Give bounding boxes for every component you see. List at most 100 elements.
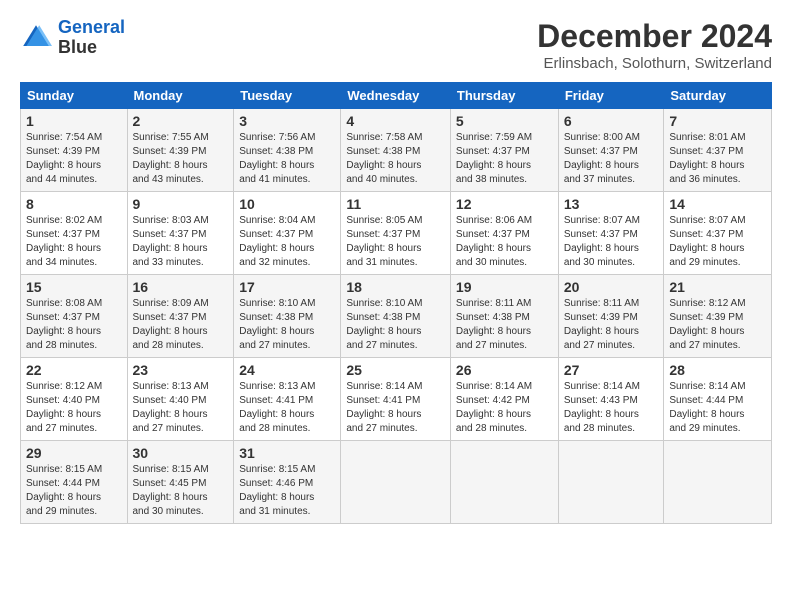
day-number: 19 [456,279,553,295]
day-info: Sunrise: 8:09 AMSunset: 4:37 PMDaylight:… [133,297,229,353]
day-number: 31 [239,445,335,461]
calendar-cell: 27 Sunrise: 8:14 AMSunset: 4:43 PMDayligh… [558,358,664,441]
logo-icon [20,22,52,54]
day-info: Sunrise: 8:10 AMSunset: 4:38 PMDaylight:… [346,297,445,353]
day-info: Sunrise: 8:13 AMSunset: 4:41 PMDaylight:… [239,380,335,436]
day-info: Sunrise: 8:07 AMSunset: 4:37 PMDaylight:… [669,214,766,270]
header: General Blue December 2024 Erlinsbach, S… [20,18,772,72]
day-info: Sunrise: 8:10 AMSunset: 4:38 PMDaylight:… [239,297,335,353]
day-number: 27 [564,362,659,378]
day-info: Sunrise: 8:08 AMSunset: 4:37 PMDaylight:… [26,297,122,353]
title-section: December 2024 Erlinsbach, Solothurn, Swi… [537,18,772,72]
calendar-cell: 11Sunrise: 8:05 AMSunset: 4:37 PMDayligh… [341,192,451,275]
calendar-cell: 24 Sunrise: 8:13 AMSunset: 4:41 PMDayligh… [234,358,341,441]
day-number: 8 [26,196,122,212]
day-info: Sunrise: 7:56 AMSunset: 4:38 PMDaylight:… [239,131,335,187]
calendar-cell: 9 Sunrise: 8:03 AMSunset: 4:37 PMDaylight… [127,192,234,275]
calendar-cell: 20 Sunrise: 8:11 AMSunset: 4:39 PMDayligh… [558,275,664,358]
day-number: 6 [564,113,659,129]
calendar-cell: 29 Sunrise: 8:15 AMSunset: 4:44 PMDayligh… [21,441,128,524]
calendar-cell: 7 Sunrise: 8:01 AMSunset: 4:37 PMDaylight… [664,109,772,192]
day-info: Sunrise: 8:11 AMSunset: 4:38 PMDaylight:… [456,297,553,353]
day-info: Sunrise: 8:07 AMSunset: 4:37 PMDaylight:… [564,214,659,270]
calendar-cell: 13Sunrise: 8:07 AMSunset: 4:37 PMDayligh… [558,192,664,275]
calendar-week-row: 15Sunrise: 8:08 AMSunset: 4:37 PMDayligh… [21,275,772,358]
day-info: Sunrise: 8:01 AMSunset: 4:37 PMDaylight:… [669,131,766,187]
calendar-header-row: SundayMondayTuesdayWednesdayThursdayFrid… [21,83,772,109]
calendar-cell: 14 Sunrise: 8:07 AMSunset: 4:37 PMDayligh… [664,192,772,275]
main-title: December 2024 [537,18,772,55]
calendar-cell: 22 Sunrise: 8:12 AMSunset: 4:40 PMDayligh… [21,358,128,441]
calendar-cell: 3 Sunrise: 7:56 AMSunset: 4:38 PMDaylight… [234,109,341,192]
day-number: 12 [456,196,553,212]
day-number: 14 [669,196,766,212]
calendar-cell [450,441,558,524]
subtitle: Erlinsbach, Solothurn, Switzerland [537,55,772,72]
day-info: Sunrise: 7:54 AMSunset: 4:39 PMDaylight:… [26,131,122,187]
day-number: 10 [239,196,335,212]
day-info: Sunrise: 8:00 AMSunset: 4:37 PMDaylight:… [564,131,659,187]
day-number: 21 [669,279,766,295]
calendar-cell [558,441,664,524]
day-info: Sunrise: 8:12 AMSunset: 4:40 PMDaylight:… [26,380,122,436]
day-number: 2 [133,113,229,129]
calendar-cell: 6 Sunrise: 8:00 AMSunset: 4:37 PMDaylight… [558,109,664,192]
day-number: 25 [346,362,445,378]
calendar-cell: 10 Sunrise: 8:04 AMSunset: 4:37 PMDayligh… [234,192,341,275]
day-info: Sunrise: 8:02 AMSunset: 4:37 PMDaylight:… [26,214,122,270]
calendar-header-wednesday: Wednesday [341,83,451,109]
day-info: Sunrise: 8:14 AMSunset: 4:42 PMDaylight:… [456,380,553,436]
day-number: 26 [456,362,553,378]
day-number: 17 [239,279,335,295]
logo: General Blue [20,18,125,58]
day-info: Sunrise: 7:58 AMSunset: 4:38 PMDaylight:… [346,131,445,187]
day-number: 4 [346,113,445,129]
calendar-header-tuesday: Tuesday [234,83,341,109]
calendar-header-saturday: Saturday [664,83,772,109]
day-number: 9 [133,196,229,212]
calendar-cell: 16Sunrise: 8:09 AMSunset: 4:37 PMDayligh… [127,275,234,358]
calendar-cell: 28Sunrise: 8:14 AMSunset: 4:44 PMDayligh… [664,358,772,441]
day-number: 20 [564,279,659,295]
calendar-cell: 4 Sunrise: 7:58 AMSunset: 4:38 PMDaylight… [341,109,451,192]
day-number: 28 [669,362,766,378]
day-info: Sunrise: 8:04 AMSunset: 4:37 PMDaylight:… [239,214,335,270]
logo-line1: General [58,17,125,37]
calendar-cell: 26 Sunrise: 8:14 AMSunset: 4:42 PMDayligh… [450,358,558,441]
calendar-cell: 21 Sunrise: 8:12 AMSunset: 4:39 PMDayligh… [664,275,772,358]
day-info: Sunrise: 8:06 AMSunset: 4:37 PMDaylight:… [456,214,553,270]
calendar-week-row: 29 Sunrise: 8:15 AMSunset: 4:44 PMDayligh… [21,441,772,524]
calendar-header-friday: Friday [558,83,664,109]
calendar-cell: 25 Sunrise: 8:14 AMSunset: 4:41 PMDayligh… [341,358,451,441]
day-number: 24 [239,362,335,378]
day-info: Sunrise: 8:15 AMSunset: 4:46 PMDaylight:… [239,463,335,519]
logo-line2: Blue [58,38,125,58]
day-info: Sunrise: 8:11 AMSunset: 4:39 PMDaylight:… [564,297,659,353]
day-info: Sunrise: 8:15 AMSunset: 4:45 PMDaylight:… [133,463,229,519]
day-number: 11 [346,196,445,212]
day-number: 29 [26,445,122,461]
calendar-header-sunday: Sunday [21,83,128,109]
calendar-header-monday: Monday [127,83,234,109]
calendar-cell: 30Sunrise: 8:15 AMSunset: 4:45 PMDayligh… [127,441,234,524]
day-number: 7 [669,113,766,129]
day-number: 5 [456,113,553,129]
calendar: SundayMondayTuesdayWednesdayThursdayFrid… [20,82,772,524]
day-number: 22 [26,362,122,378]
day-number: 3 [239,113,335,129]
day-info: Sunrise: 7:55 AMSunset: 4:39 PMDaylight:… [133,131,229,187]
day-info: Sunrise: 7:59 AMSunset: 4:37 PMDaylight:… [456,131,553,187]
page: General Blue December 2024 Erlinsbach, S… [0,0,792,612]
calendar-cell: 18 Sunrise: 8:10 AMSunset: 4:38 PMDayligh… [341,275,451,358]
calendar-cell [341,441,451,524]
day-number: 18 [346,279,445,295]
calendar-week-row: 1Sunrise: 7:54 AMSunset: 4:39 PMDaylight… [21,109,772,192]
calendar-cell: 31 Sunrise: 8:15 AMSunset: 4:46 PMDayligh… [234,441,341,524]
day-info: Sunrise: 8:15 AMSunset: 4:44 PMDaylight:… [26,463,122,519]
calendar-cell: 5 Sunrise: 7:59 AMSunset: 4:37 PMDaylight… [450,109,558,192]
day-info: Sunrise: 8:03 AMSunset: 4:37 PMDaylight:… [133,214,229,270]
day-info: Sunrise: 8:14 AMSunset: 4:41 PMDaylight:… [346,380,445,436]
logo-text: General Blue [58,18,125,58]
day-info: Sunrise: 8:12 AMSunset: 4:39 PMDaylight:… [669,297,766,353]
day-info: Sunrise: 8:14 AMSunset: 4:43 PMDaylight:… [564,380,659,436]
